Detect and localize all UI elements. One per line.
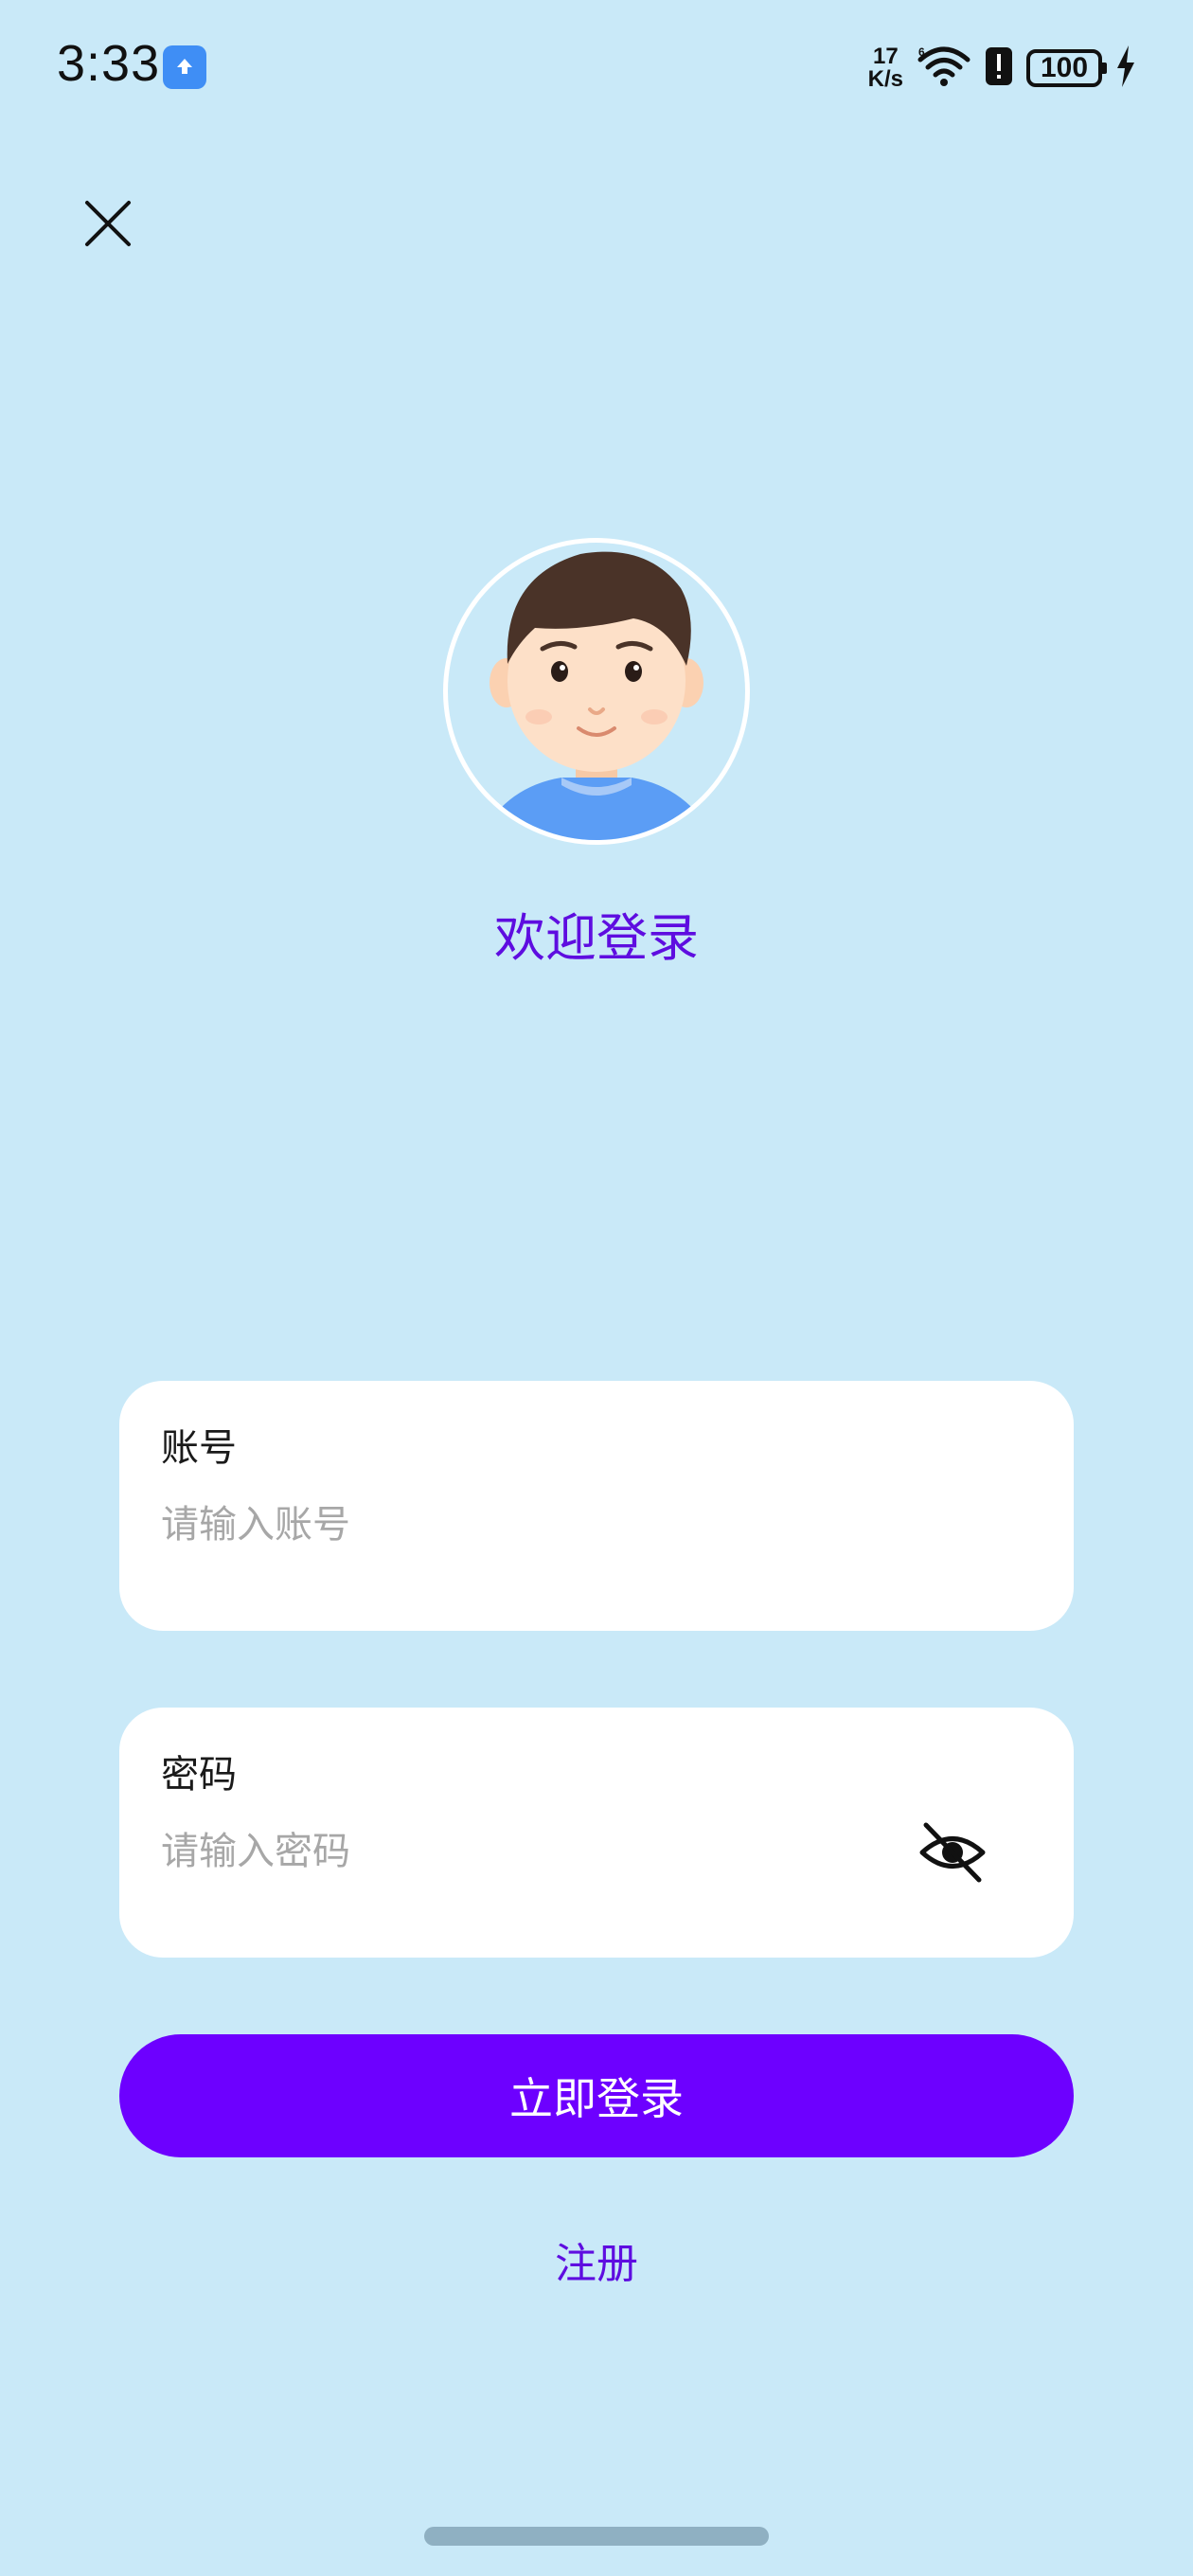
home-indicator[interactable] — [424, 2527, 769, 2546]
charging-bolt-icon — [1115, 45, 1136, 91]
account-label: 账号 — [161, 1426, 237, 1470]
account-input[interactable] — [161, 1494, 881, 1555]
password-input[interactable] — [161, 1821, 881, 1882]
network-speed-unit: K/s — [867, 66, 903, 92]
status-bar: 3:33 17 K/s 6 100 — [0, 0, 1193, 133]
svg-text:6: 6 — [918, 45, 925, 59]
login-button[interactable]: 立即登录 — [119, 2034, 1074, 2157]
battery-level: 100 — [1040, 52, 1089, 83]
battery-icon: 100 — [1026, 49, 1107, 87]
network-speed: 17 K/s — [868, 45, 903, 91]
avatar — [443, 538, 750, 845]
status-time: 3:33 — [57, 35, 161, 92]
password-field-card: 密码 — [119, 1708, 1074, 1958]
status-icons: 17 K/s 6 100 — [868, 42, 1136, 95]
close-button[interactable] — [74, 189, 142, 258]
network-speed-value: 17 — [872, 44, 899, 69]
wifi-icon: 6 — [917, 45, 971, 92]
password-visibility-toggle[interactable] — [917, 1819, 988, 1886]
account-field-card: 账号 — [119, 1381, 1074, 1631]
close-icon — [85, 201, 131, 246]
register-link[interactable]: 注册 — [0, 2229, 1193, 2290]
alert-icon — [985, 46, 1013, 90]
eye-off-icon — [919, 1822, 986, 1883]
password-label: 密码 — [161, 1753, 237, 1797]
upload-icon — [163, 45, 206, 89]
welcome-title: 欢迎登录 — [494, 908, 699, 968]
